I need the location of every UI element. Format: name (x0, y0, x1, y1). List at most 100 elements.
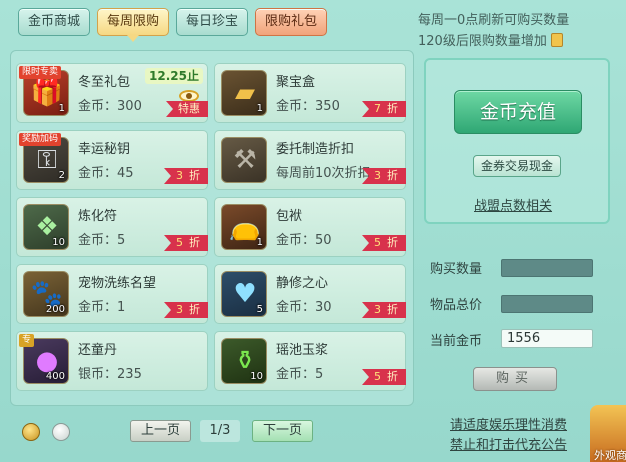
item-qty: 10 (250, 371, 263, 382)
notice-line-2: 120级后限购数量增加 (418, 31, 618, 52)
item-price-amount: 5 (117, 233, 126, 248)
item-qty: 2 (58, 170, 65, 181)
discount-ribbon: 3折 (164, 302, 208, 318)
item-price-amount: 300 (117, 99, 142, 114)
item-card-craft-discount[interactable]: ⚒ 委托制造折扣 每周前10次折扣 3折 (214, 130, 406, 190)
item-price: 金币：5 (78, 233, 126, 248)
item-qty: 400 (45, 371, 65, 382)
item-price-amount: 每周前10次折扣 (276, 166, 371, 181)
discount-ribbon: 特惠 (166, 101, 208, 117)
total-price-field (501, 295, 593, 313)
item-card-lucky-key[interactable]: ⚿ 2 奖励加码 幸运秘钥 金币：45 3折 (16, 130, 208, 190)
item-price-currency: 金币 (276, 367, 303, 382)
notice-line-2-text: 120级后限购数量增加 (418, 34, 547, 49)
item-qty: 200 (45, 304, 65, 315)
item-name: 包袱 (276, 209, 303, 224)
next-page-button[interactable]: 下一页 (252, 420, 314, 442)
item-price-currency: 金币 (78, 99, 105, 114)
item-card-meditation-heart[interactable]: ♥ 5 静修之心 金币：30 3折 (214, 264, 406, 324)
item-card-winter-gift[interactable]: 🎁 1 限时专卖 冬至礼包 金币：300 12.25止 特惠 (16, 63, 208, 123)
item-card-bundle[interactable]: 👝 1 包袱 金币：50 5折 (214, 197, 406, 257)
item-price-currency: 金币 (276, 99, 303, 114)
exclusive-tag: 专 (19, 334, 35, 347)
item-price-currency: 金币 (78, 166, 105, 181)
item-name: 宠物洗练名望 (78, 276, 157, 291)
tab-daily-treasure[interactable]: 每日珍宝 (176, 8, 249, 36)
discount-ribbon: 7折 (362, 101, 406, 117)
item-name: 聚宝盒 (276, 75, 316, 90)
bonus-tag: 奖励加码 (19, 133, 62, 146)
discount-ribbon-num: 3 (374, 303, 381, 316)
item-list-panel: 🎁 1 限时专卖 冬至礼包 金币：300 12.25止 特惠 ▰ 1 聚宝盒 金… (10, 50, 414, 406)
prev-page-button[interactable]: 上一页 (130, 420, 192, 442)
sale-deadline: 12.25止 (145, 68, 203, 84)
discount-ribbon-text: 折 (387, 102, 398, 115)
buy-button[interactable]: 购买 (473, 367, 557, 391)
tab-limited-pack[interactable]: 限购礼包 (255, 8, 328, 36)
current-gold-label: 当前金币 (430, 334, 483, 349)
item-price-amount: 350 (315, 99, 340, 114)
talisman-icon: ❖ 10 (23, 204, 69, 250)
discount-ribbon-num: 5 (374, 370, 381, 383)
discount-ribbon-text: 折 (387, 169, 398, 182)
discount-ribbon-num: 3 (374, 169, 381, 182)
hammer-icon: ⚒ (221, 137, 267, 183)
item-price-currency: 银币 (78, 367, 105, 382)
limited-sale-tag: 限时专卖 (19, 66, 62, 79)
discount-ribbon-text: 折 (387, 370, 398, 383)
voucher-exchange-button[interactable]: 金券交易现金 (473, 155, 561, 177)
item-price: 银币：235 (78, 367, 142, 382)
item-card-youth-pill[interactable]: ● 400 专 还童丹 银币：235 (16, 331, 208, 391)
item-card-refine-talisman[interactable]: ❖ 10 炼化符 金币：5 5折 (16, 197, 208, 257)
discount-ribbon-text: 折 (387, 303, 398, 316)
item-price-amount: 30 (315, 300, 332, 315)
tab-gold-mall[interactable]: 金币商城 (18, 8, 91, 36)
item-price: 金币：5 (276, 367, 324, 382)
purchase-qty-field[interactable] (501, 259, 593, 277)
paw-scroll-icon: 🐾 200 (23, 271, 69, 317)
appearance-shop-label: 外观商 (594, 449, 626, 462)
shop-window: 金币商城 每周限购 每日珍宝 限购礼包 每周一0点刷新可购买数量 120级后限购… (0, 0, 626, 462)
page-indicator: 1/3 (200, 420, 240, 442)
discount-ribbon-text: 折 (189, 303, 200, 316)
item-qty: 5 (256, 304, 263, 315)
notice-line-1: 每周一0点刷新可购买数量 (418, 13, 570, 28)
item-name: 冬至礼包 (78, 75, 131, 90)
item-price-currency: 金币 (78, 300, 105, 315)
item-card-treasure-box[interactable]: ▰ 1 聚宝盒 金币：350 7折 (214, 63, 406, 123)
item-qty: 1 (256, 237, 263, 248)
item-qty: 1 (58, 103, 65, 114)
item-price: 金币：50 (276, 233, 332, 248)
discount-ribbon-num: 3 (176, 169, 183, 182)
refresh-notice: 每周一0点刷新可购买数量 120级后限购数量增加 (418, 10, 618, 52)
info-coin-icon[interactable] (550, 33, 563, 47)
silver-coin-icon[interactable] (52, 423, 70, 441)
anti-proxy-recharge-notice[interactable]: 禁止和打击代充公告 (450, 434, 567, 453)
tab-bar: 金币商城 每周限购 每日珍宝 限购礼包 (18, 8, 328, 42)
search-coin-icon[interactable] (22, 423, 40, 441)
item-price: 金币：350 (276, 99, 340, 114)
gold-recharge-button[interactable]: 金币充值 (454, 90, 582, 134)
tab-weekly-limit[interactable]: 每周限购 (97, 8, 170, 42)
item-price: 金币：45 (78, 166, 134, 181)
item-name: 静修之心 (276, 276, 329, 291)
item-qty: 1 (256, 103, 263, 114)
discount-ribbon: 5折 (362, 369, 406, 385)
guild-points-link[interactable]: 战盟点数相关 (474, 195, 552, 214)
heart-crystal-icon: ♥ 5 (221, 271, 267, 317)
item-card-pet-reputation[interactable]: 🐾 200 宠物洗练名望 金币：1 3折 (16, 264, 208, 324)
green-potion-icon: ⚱ 10 (221, 338, 267, 384)
current-gold-value: 1556 (501, 329, 593, 348)
preview-eye-icon[interactable] (179, 90, 199, 102)
discount-ribbon: 3折 (164, 168, 208, 184)
item-qty: 10 (52, 237, 65, 248)
discount-ribbon: 5折 (362, 235, 406, 251)
discount-ribbon-num: 3 (176, 303, 183, 316)
healthy-gaming-notice[interactable]: 请适度娱乐理性消费 (450, 414, 567, 433)
item-price-currency: 金币 (78, 233, 105, 248)
item-name: 炼化符 (78, 209, 118, 224)
item-card-jade-nectar[interactable]: ⚱ 10 瑶池玉浆 金币：5 5折 (214, 331, 406, 391)
item-price-currency: 金币 (276, 300, 303, 315)
discount-ribbon-num: 5 (176, 236, 183, 249)
discount-ribbon-text: 折 (189, 169, 200, 182)
